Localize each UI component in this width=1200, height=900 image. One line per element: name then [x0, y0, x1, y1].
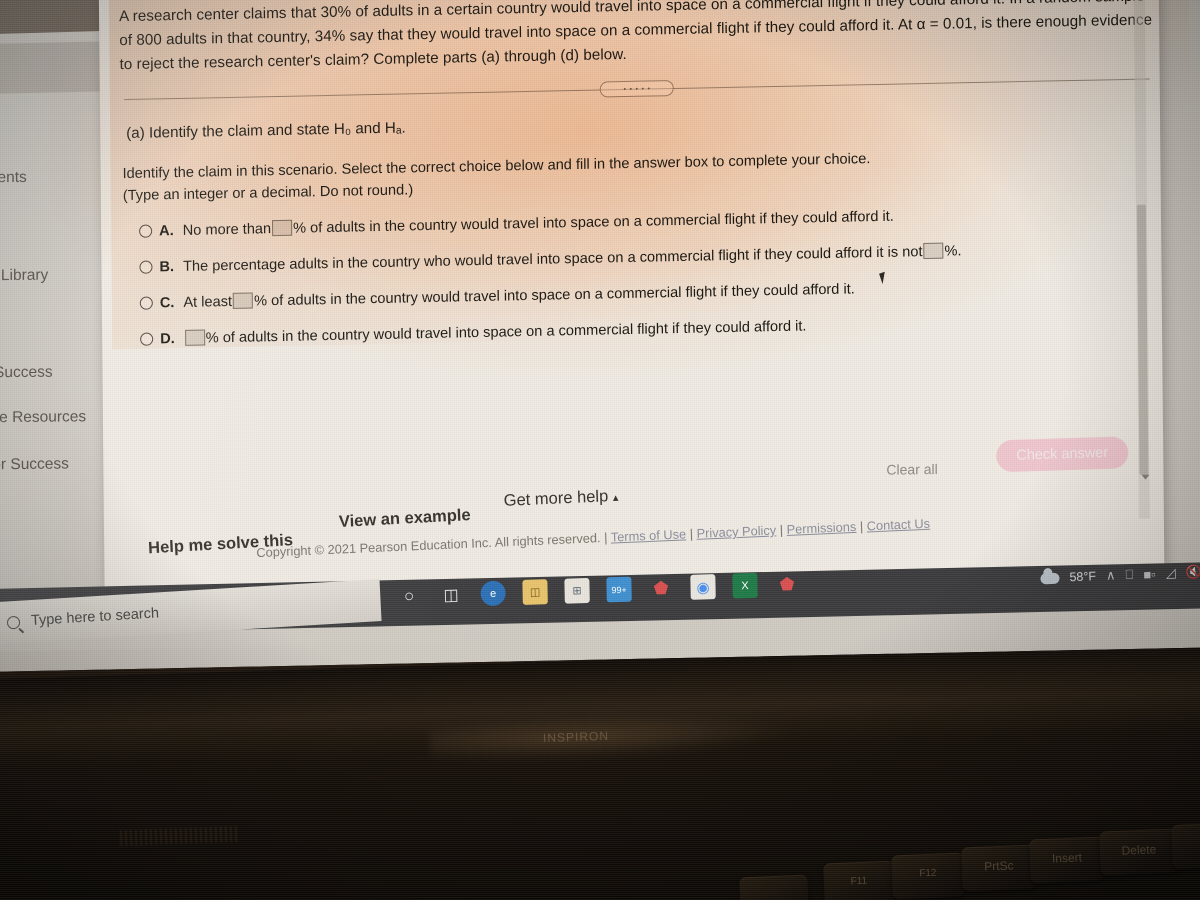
panel-divider [120, 70, 1154, 109]
choice-d-letter: D. [160, 331, 175, 348]
keyboard-key-prtsc[interactable]: PrtSc [961, 844, 1037, 892]
task-view-icon[interactable]: ◫ [438, 582, 463, 608]
keyboard-key-edge[interactable] [1171, 822, 1200, 870]
keyboard-key-f11[interactable]: F11 [823, 860, 895, 900]
choice-d-text: % of adults in the country would travel … [184, 317, 807, 350]
choice-d-post: % of adults in the country would travel … [205, 318, 807, 347]
question-stem: A research center claims that 30% of adu… [118, 0, 1153, 74]
cortana-icon[interactable]: ○ [396, 583, 421, 609]
question-panel: A research center claims that 30% of adu… [98, 0, 1165, 588]
part-a-heading: (a) Identify the claim and state H₀ and … [126, 119, 406, 143]
display-icon[interactable]: ⎕ [1126, 567, 1134, 583]
caret-up-icon: ▴ [612, 491, 619, 505]
choice-b[interactable]: B. The percentage adults in the country … [121, 237, 1155, 278]
view-an-example-link[interactable]: View an example [339, 506, 471, 532]
clear-all-button[interactable]: Clear all [886, 461, 937, 478]
mail-icon[interactable]: 99+ [606, 576, 632, 603]
key-label: F12 [919, 867, 937, 880]
instruction-text: Identify the claim in this scenario. Sel… [122, 143, 1154, 207]
choice-d-input[interactable] [184, 329, 205, 347]
weather-cloud-icon[interactable] [1040, 572, 1061, 584]
key-label: F11 [850, 875, 868, 888]
privacy-policy-link[interactable]: Privacy Policy [696, 522, 776, 540]
choice-b-pre: The percentage adults in the country who… [182, 244, 923, 275]
choice-a-input[interactable] [272, 219, 293, 236]
volume-mute-icon[interactable]: 🔇 [1186, 564, 1200, 581]
choice-c-letter: C. [159, 295, 175, 312]
search-placeholder: Type here to search [30, 605, 160, 630]
scroll-down-arrow-icon[interactable] [1141, 474, 1150, 480]
chevron-up-icon[interactable]: ∧ [1106, 567, 1116, 583]
choice-a-post: % of adults in the country would travel … [293, 208, 894, 237]
choice-d[interactable]: D. % of adults in the country would trav… [122, 310, 1156, 351]
radio-button-a[interactable] [139, 224, 153, 238]
key-label: PrtSc [983, 858, 1014, 874]
choice-a-text: No more than % of adults in the country w… [183, 206, 894, 240]
check-answer-button[interactable]: Check answer [995, 436, 1129, 473]
choice-c-input[interactable] [232, 292, 254, 309]
hinge-branding: INSPIRON [542, 728, 610, 746]
sep-3: | [779, 522, 784, 538]
resize-handle[interactable] [599, 80, 674, 98]
copyright-text: Copyright © 2021 Pearson Education Inc. … [256, 530, 601, 561]
choice-b-post: %. [944, 243, 962, 260]
sep-1: | [603, 529, 608, 545]
choice-c[interactable]: C. At least % of adults in the country wo… [122, 273, 1156, 314]
radio-button-b[interactable] [139, 260, 153, 274]
choice-c-text: At least % of adults in the country would… [183, 280, 855, 314]
app-red-icon[interactable]: ⬟ [648, 575, 673, 601]
edge-browser-icon[interactable]: e [480, 580, 506, 607]
key-label: Delete [1121, 841, 1157, 858]
get-more-help-label: Get more help [503, 487, 609, 510]
choice-c-post: % of adults in the country would travel … [253, 281, 855, 310]
choice-a-letter: A. [159, 222, 174, 240]
photo-of-laptop-screen: INSPIRON F11 F12 PrtSc Insert Delete a s… [0, 0, 1200, 900]
keyboard-key-delete[interactable]: Delete [1099, 828, 1179, 876]
terms-of-use-link[interactable]: Terms of Use [611, 526, 687, 544]
sep-2: | [689, 526, 694, 542]
temperature-label[interactable]: 58°F [1070, 569, 1097, 584]
chrome-icon[interactable]: ◉ [690, 574, 716, 600]
contact-us-link[interactable]: Contact Us [866, 516, 930, 534]
laptop-screen: a s ontents > dia Library lan or Success… [0, 0, 1200, 672]
sep-4: | [859, 518, 864, 534]
keyboard-key-insert[interactable]: Insert [1029, 836, 1105, 884]
search-icon [6, 615, 21, 629]
choice-b-text: The percentage adults in the country who… [183, 241, 962, 277]
keyboard-key-left[interactable] [739, 874, 809, 900]
help-links: Help me solve this View an example Get m… [124, 483, 744, 557]
permissions-link[interactable]: Permissions [786, 519, 856, 537]
wifi-icon[interactable]: ◿ [1166, 565, 1176, 581]
excel-icon[interactable]: X [732, 572, 758, 599]
keyboard-key-f12[interactable]: F12 [891, 852, 965, 900]
key-label: Insert [1051, 850, 1083, 866]
choice-b-input[interactable] [923, 242, 944, 260]
choice-a-pre: No more than [182, 220, 272, 239]
store-icon[interactable]: ⊞ [564, 577, 590, 604]
question-footer: Clear all Check answer Help me solve thi… [103, 436, 1164, 585]
radio-button-c[interactable] [139, 296, 153, 310]
choice-a[interactable]: A. No more than % of adults in the countr… [121, 201, 1155, 242]
file-explorer-icon[interactable]: ◫ [522, 579, 548, 605]
radio-button-d[interactable] [140, 332, 154, 346]
answer-choices: A. No more than % of adults in the countr… [121, 201, 1156, 350]
battery-icon[interactable]: ■▫ [1144, 566, 1157, 582]
choice-c-pre: At least [183, 294, 233, 311]
get-more-help-link[interactable]: Get more help ▴ [503, 487, 618, 511]
app-red2-icon[interactable]: ⬟ [774, 572, 799, 598]
choice-b-letter: B. [159, 259, 175, 276]
course-sidebar: a s ontents > dia Library lan or Success… [0, 0, 139, 632]
